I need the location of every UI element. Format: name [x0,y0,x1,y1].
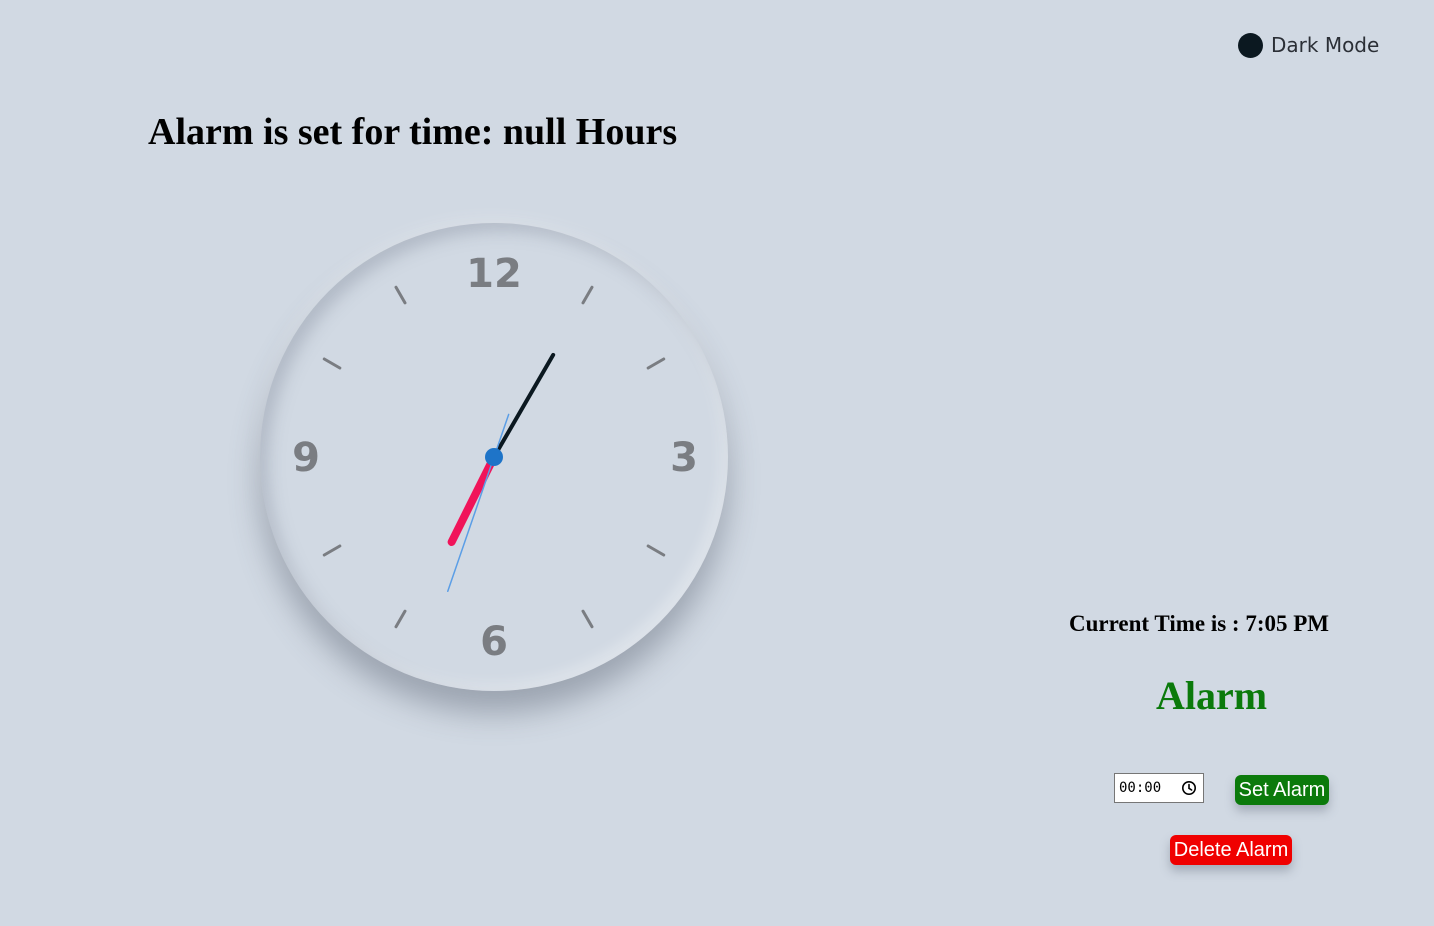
tick-mark [322,544,342,557]
tick-mark [322,357,342,370]
numeral-3: 3 [670,435,698,481]
clock-center-dot [485,448,503,466]
numeral-6: 6 [480,619,508,665]
alarm-time-value: 00:00 [1119,780,1162,796]
second-hand [447,413,510,593]
current-time-text: Current Time is : 7:05 PM [1069,611,1329,636]
alarm-heading: Alarm [1156,673,1268,718]
tick-mark [394,609,407,629]
tick-mark [581,609,594,629]
dark-mode-toggle[interactable]: Dark Mode [1238,31,1379,59]
numeral-12: 12 [466,251,522,297]
clock-face: 12 3 6 9 [292,251,698,665]
dark-mode-label: Dark Mode [1271,33,1380,57]
analog-clock: 12 3 6 9 [260,223,728,691]
tick-mark [394,285,407,305]
delete-alarm-button[interactable]: Delete Alarm [1170,835,1292,865]
dark-mode-icon [1238,32,1263,58]
tick-mark [646,544,666,557]
hour-hand [447,453,498,547]
alarm-time-input[interactable]: 00:00 [1114,773,1204,803]
clock-icon[interactable] [1181,780,1197,796]
alarm-status-heading: Alarm is set for time: null Hours [148,111,678,153]
tick-mark [581,285,594,305]
tick-mark [646,357,666,370]
minute-hand [492,352,556,459]
numeral-9: 9 [292,435,320,481]
set-alarm-button[interactable]: Set Alarm [1235,775,1329,805]
